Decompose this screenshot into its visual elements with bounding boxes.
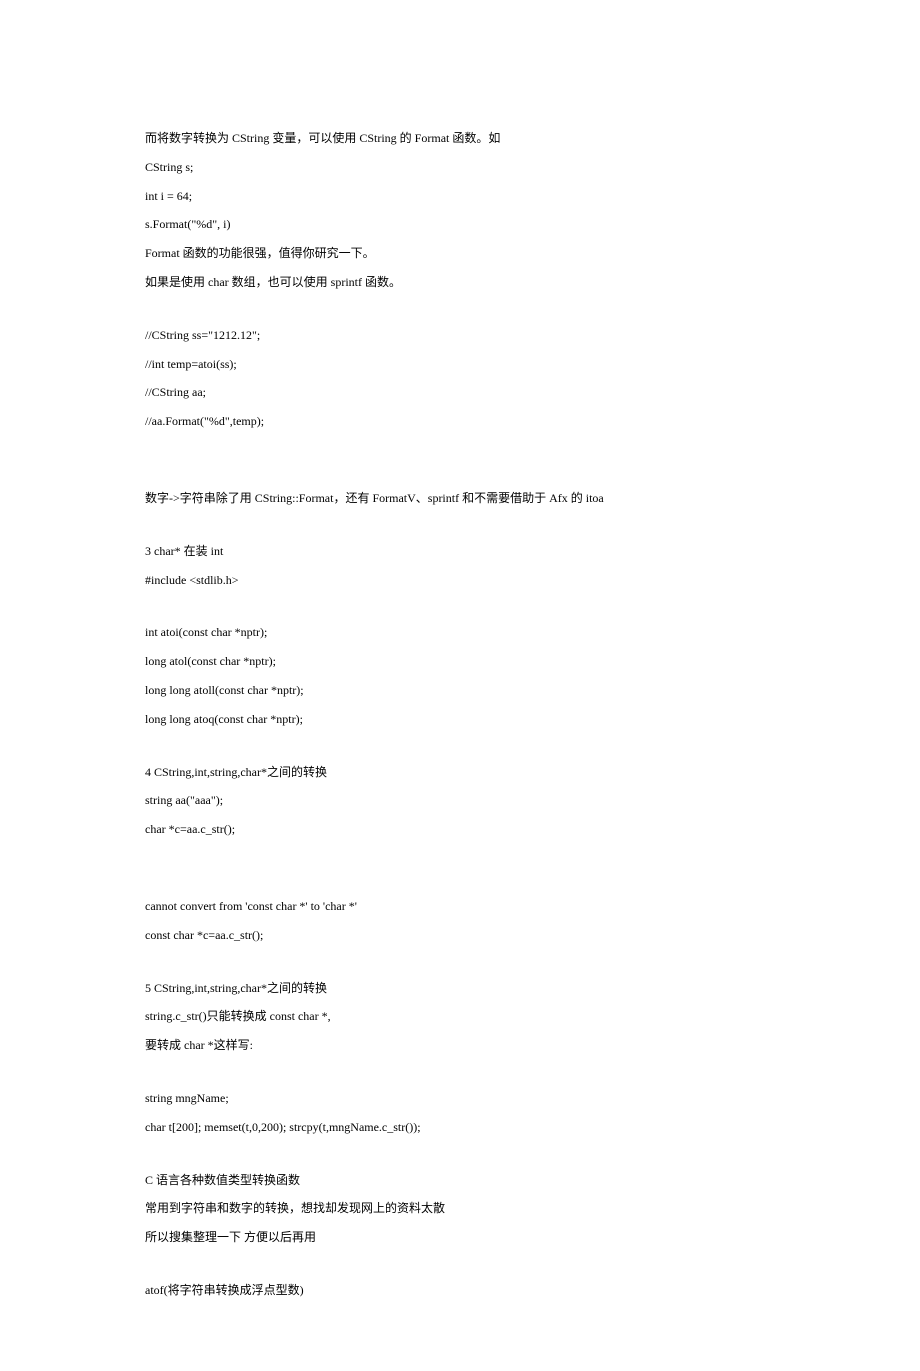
text-line: long atol(const char *nptr); (145, 653, 775, 670)
text-line: 要转成 char *这样写: (145, 1037, 775, 1054)
blank-line (145, 519, 775, 543)
document-page: 而将数字转换为 CString 变量，可以使用 CString 的 Format… (0, 0, 920, 1371)
text-line: //int temp=atoi(ss); (145, 356, 775, 373)
text-line: s.Format("%d", i) (145, 216, 775, 233)
blank-line (145, 442, 775, 466)
blank-line (145, 740, 775, 764)
text-line: string aa("aaa"); (145, 792, 775, 809)
blank-line (145, 1258, 775, 1282)
text-line: C 语言各种数值类型转换函数 (145, 1172, 775, 1189)
blank-line (145, 600, 775, 624)
text-line: //aa.Format("%d",temp); (145, 413, 775, 430)
text-line: //CString aa; (145, 384, 775, 401)
text-line: 4 CString,int,string,char*之间的转换 (145, 764, 775, 781)
text-line: const char *c=aa.c_str(); (145, 927, 775, 944)
text-line: #include <stdlib.h> (145, 572, 775, 589)
text-line: 而将数字转换为 CString 变量，可以使用 CString 的 Format… (145, 130, 775, 147)
text-line: //CString ss="1212.12"; (145, 327, 775, 344)
blank-line (145, 874, 775, 898)
blank-line (145, 1148, 775, 1172)
text-line: 如果是使用 char 数组，也可以使用 sprintf 函数。 (145, 274, 775, 291)
text-line: 数字->字符串除了用 CString::Format，还有 FormatV、sp… (145, 490, 775, 507)
text-line: 常用到字符串和数字的转换，想找却发现网上的资料太散 (145, 1200, 775, 1217)
text-line: char t[200]; memset(t,0,200); strcpy(t,m… (145, 1119, 775, 1136)
text-line: atof(将字符串转换成浮点型数) (145, 1282, 775, 1299)
blank-line (145, 303, 775, 327)
text-line: cannot convert from 'const char *' to 'c… (145, 898, 775, 915)
text-line: long long atoq(const char *nptr); (145, 711, 775, 728)
text-line: 5 CString,int,string,char*之间的转换 (145, 980, 775, 997)
text-line: int atoi(const char *nptr); (145, 624, 775, 641)
text-line: int i = 64; (145, 188, 775, 205)
text-line: 3 char* 在装 int (145, 543, 775, 560)
blank-line (145, 956, 775, 980)
text-line: CString s; (145, 159, 775, 176)
text-line: char *c=aa.c_str(); (145, 821, 775, 838)
text-line: string.c_str()只能转换成 const char *, (145, 1008, 775, 1025)
text-line: Format 函数的功能很强，值得你研究一下。 (145, 245, 775, 262)
blank-line (145, 850, 775, 874)
text-line: long long atoll(const char *nptr); (145, 682, 775, 699)
blank-line (145, 1066, 775, 1090)
text-line: 所以搜集整理一下 方便以后再用 (145, 1229, 775, 1246)
text-line: string mngName; (145, 1090, 775, 1107)
blank-line (145, 466, 775, 490)
